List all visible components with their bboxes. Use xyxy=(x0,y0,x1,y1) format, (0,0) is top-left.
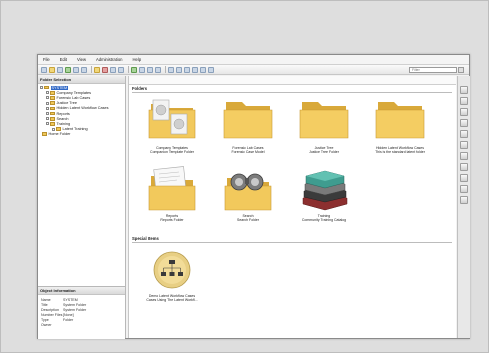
rail-tool-icon[interactable] xyxy=(460,86,468,94)
info-row-title: Title System Folder xyxy=(41,303,87,307)
workflow-circle-icon xyxy=(153,251,191,289)
up-folder-icon[interactable] xyxy=(94,66,100,73)
paste-icon[interactable] xyxy=(118,66,124,73)
tree-expander[interactable] xyxy=(46,96,49,100)
save-icon[interactable] xyxy=(57,66,63,73)
tree-expander[interactable] xyxy=(52,127,55,131)
menu-edit[interactable]: Edit xyxy=(55,57,72,62)
info-row-owner: Owner xyxy=(41,323,52,327)
reports-folder-icon xyxy=(148,166,196,211)
folder-icon xyxy=(44,85,49,90)
help-icon[interactable] xyxy=(200,66,206,73)
folder-selection-title: Folder Selection xyxy=(38,76,125,84)
info-row-type: Type Folder xyxy=(41,318,74,322)
menu-bar: File Edit View Administration Help xyxy=(38,55,469,65)
books-icon xyxy=(302,170,348,211)
application-window: File Edit View Administration Help Fol xyxy=(37,54,470,339)
tree-expander[interactable] xyxy=(40,86,43,90)
view-large-icon[interactable] xyxy=(168,66,174,73)
filter-icon[interactable] xyxy=(147,66,153,73)
home-folder-icon xyxy=(42,132,47,137)
folder-icon xyxy=(56,127,61,131)
rail-tool-icon[interactable] xyxy=(460,130,468,138)
rail-tool-icon[interactable] xyxy=(460,108,468,116)
right-tool-rail xyxy=(457,76,470,338)
rail-tool-icon[interactable] xyxy=(460,97,468,105)
templates-folder-icon xyxy=(148,99,196,139)
back-icon[interactable] xyxy=(73,66,79,73)
print-icon[interactable] xyxy=(155,66,161,73)
folders-section-title: Folders xyxy=(132,86,148,91)
folder-contents-pane: Folders Company Templates Companion Temp… xyxy=(128,76,456,338)
open-folder-icon[interactable] xyxy=(49,66,55,73)
special-items-section-title: Special Items xyxy=(132,236,159,241)
folder-icon xyxy=(375,102,425,139)
folder-tile-reports[interactable]: Reports Reports Folder xyxy=(137,166,207,232)
folder-tile-forensic-lab-cases[interactable]: Forensic Lab Cases Forensic Case Model xyxy=(213,96,283,164)
forward-icon[interactable] xyxy=(81,66,87,73)
section-divider xyxy=(132,242,452,243)
info-row-name: Name SYSTEM xyxy=(41,298,78,302)
object-information-panel: Object Information Name SYSTEM Title Syste… xyxy=(38,286,125,339)
tree-expander[interactable] xyxy=(46,122,49,126)
folder-tile-company-templates[interactable]: Company Templates Companion Template Fol… xyxy=(137,96,207,164)
rail-tool-icon[interactable] xyxy=(460,141,468,149)
folder-icon xyxy=(50,122,55,126)
folder-icon xyxy=(299,102,349,139)
info-row-description: Description System Folder xyxy=(41,308,87,312)
tree-expander[interactable] xyxy=(46,101,49,105)
object-information-title: Object Information xyxy=(38,287,125,295)
run-icon[interactable] xyxy=(131,66,137,73)
menu-file[interactable]: File xyxy=(38,57,55,62)
folder-icon xyxy=(50,90,55,95)
filter-input[interactable] xyxy=(409,66,457,73)
search-icon[interactable] xyxy=(139,66,145,73)
search-binoculars-icon xyxy=(224,173,272,211)
folder-tile-training[interactable]: Training Community Training Catalog xyxy=(289,166,359,232)
toolbar-separator xyxy=(128,66,129,73)
tree-expander[interactable] xyxy=(46,117,49,121)
refresh-icon[interactable] xyxy=(65,66,71,73)
folder-tree: SYSTEM Company Templates Forensic Lab Ca… xyxy=(38,85,125,255)
info-row-number-files: Number Files[None] xyxy=(41,313,74,317)
rail-tool-icon[interactable] xyxy=(460,163,468,171)
rail-tool-icon[interactable] xyxy=(460,196,468,204)
folder-icon xyxy=(50,106,55,111)
folder-tile-hidden-latent-workflow-cases[interactable]: Hidden Latent Workflow Cases This is the… xyxy=(365,96,435,164)
rail-tool-icon[interactable] xyxy=(460,119,468,127)
settings-icon[interactable] xyxy=(208,66,214,73)
path-bar xyxy=(129,76,456,85)
toolbar-separator xyxy=(165,66,166,73)
filter-dropdown-button[interactable] xyxy=(458,66,464,73)
toolbar xyxy=(38,65,469,75)
folder-icon xyxy=(223,102,273,139)
folder-icon xyxy=(50,116,55,121)
rail-tool-icon[interactable] xyxy=(460,174,468,182)
section-divider xyxy=(132,92,452,93)
menu-view[interactable]: View xyxy=(72,57,91,62)
tree-item-home-folder[interactable]: Home Folder xyxy=(38,132,125,137)
new-icon[interactable] xyxy=(41,66,47,73)
tree-expander[interactable] xyxy=(46,91,49,95)
folder-tile-justice-tree[interactable]: Justice Tree Justice Tree Folder xyxy=(289,96,359,164)
special-item-demo-latent-workflow-cases[interactable]: Demo Latent Workflow Cases Cases Using T… xyxy=(137,248,207,314)
view-details-icon[interactable] xyxy=(184,66,190,73)
menu-administration[interactable]: Administration xyxy=(91,57,128,62)
properties-icon[interactable] xyxy=(192,66,198,73)
rail-tool-icon[interactable] xyxy=(460,152,468,160)
view-list-icon[interactable] xyxy=(176,66,182,73)
menu-help[interactable]: Help xyxy=(128,57,147,62)
delete-icon[interactable] xyxy=(102,66,108,73)
rail-tool-icon[interactable] xyxy=(460,185,468,193)
tree-expander[interactable] xyxy=(46,106,49,110)
copy-icon[interactable] xyxy=(110,66,116,73)
toolbar-separator xyxy=(91,66,92,73)
folder-selection-pane: Folder Selection SYSTEM Company Template… xyxy=(38,76,126,339)
folder-icon xyxy=(50,96,55,100)
folder-icon xyxy=(50,101,55,105)
folder-tile-search[interactable]: Search Search Folder xyxy=(213,166,283,232)
tree-expander[interactable] xyxy=(46,112,49,116)
folder-icon xyxy=(50,111,55,116)
